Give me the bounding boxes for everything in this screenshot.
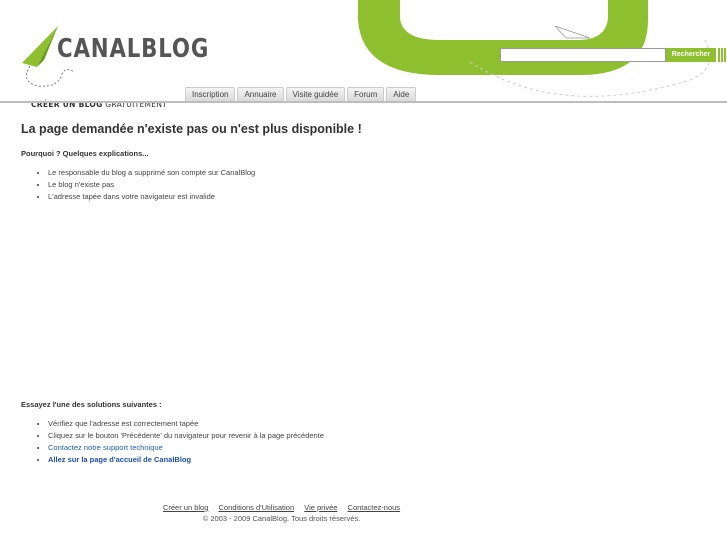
main-nav: Inscription Annuaire Visite guidée Forum… (185, 87, 417, 102)
list-item: Contactez notre support technique (48, 442, 324, 454)
list-item: Le blog n'existe pas (48, 179, 255, 191)
list-item: Vérifiez que l'adresse est correctement … (48, 418, 324, 430)
list-item: Allez sur la page d'accueil de CanalBlog (48, 454, 324, 466)
footer: Créer un blog Conditions d'Utilisation V… (0, 503, 563, 523)
nav-tab-aide[interactable]: Aide (386, 87, 417, 102)
paper-plane-small-icon (554, 25, 591, 39)
nav-tab-inscription[interactable]: Inscription (185, 87, 236, 102)
reasons-heading: Pourquoi ? Quelques explications... (21, 149, 149, 158)
list-item: L'adresse tapée dans votre navigateur es… (48, 191, 255, 203)
footer-link-contact[interactable]: Contactez-nous (348, 503, 401, 512)
page-title: La page demandée n'existe pas ou n'est p… (21, 122, 362, 136)
solutions-heading: Essayez l'une des solutions suivantes : (21, 400, 162, 409)
search-decoration (718, 48, 727, 62)
search-button[interactable]: Rechercher (666, 48, 716, 62)
footer-link-privacy[interactable]: Vie privée (304, 503, 337, 512)
nav-tab-forum[interactable]: Forum (347, 87, 385, 102)
nav-tab-visite-guidee[interactable]: Visite guidée (285, 87, 346, 102)
logo-wordmark[interactable]: CANALBLOG (57, 34, 209, 64)
home-link[interactable]: Allez sur la page d'accueil de CanalBlog (48, 455, 191, 464)
footer-link-create-blog[interactable]: Créer un blog (163, 503, 208, 512)
list-item: Cliquez sur le bouton 'Précédente' du na… (48, 430, 324, 442)
footer-link-terms[interactable]: Conditions d'Utilisation (218, 503, 294, 512)
solutions-list: Vérifiez que l'adresse est correctement … (31, 418, 324, 466)
search-input[interactable] (500, 48, 666, 62)
nav-tab-annuaire[interactable]: Annuaire (237, 87, 284, 102)
reasons-list: Le responsable du blog a supprimé son co… (31, 167, 255, 203)
support-link[interactable]: Contactez notre support technique (48, 443, 163, 452)
copyright: © 2003 - 2009 CanalBlog. Tous droits rés… (202, 514, 361, 523)
header-divider (0, 101, 727, 103)
list-item: Le responsable du blog a supprimé son co… (48, 167, 255, 179)
green-ring-shape (358, 0, 648, 75)
